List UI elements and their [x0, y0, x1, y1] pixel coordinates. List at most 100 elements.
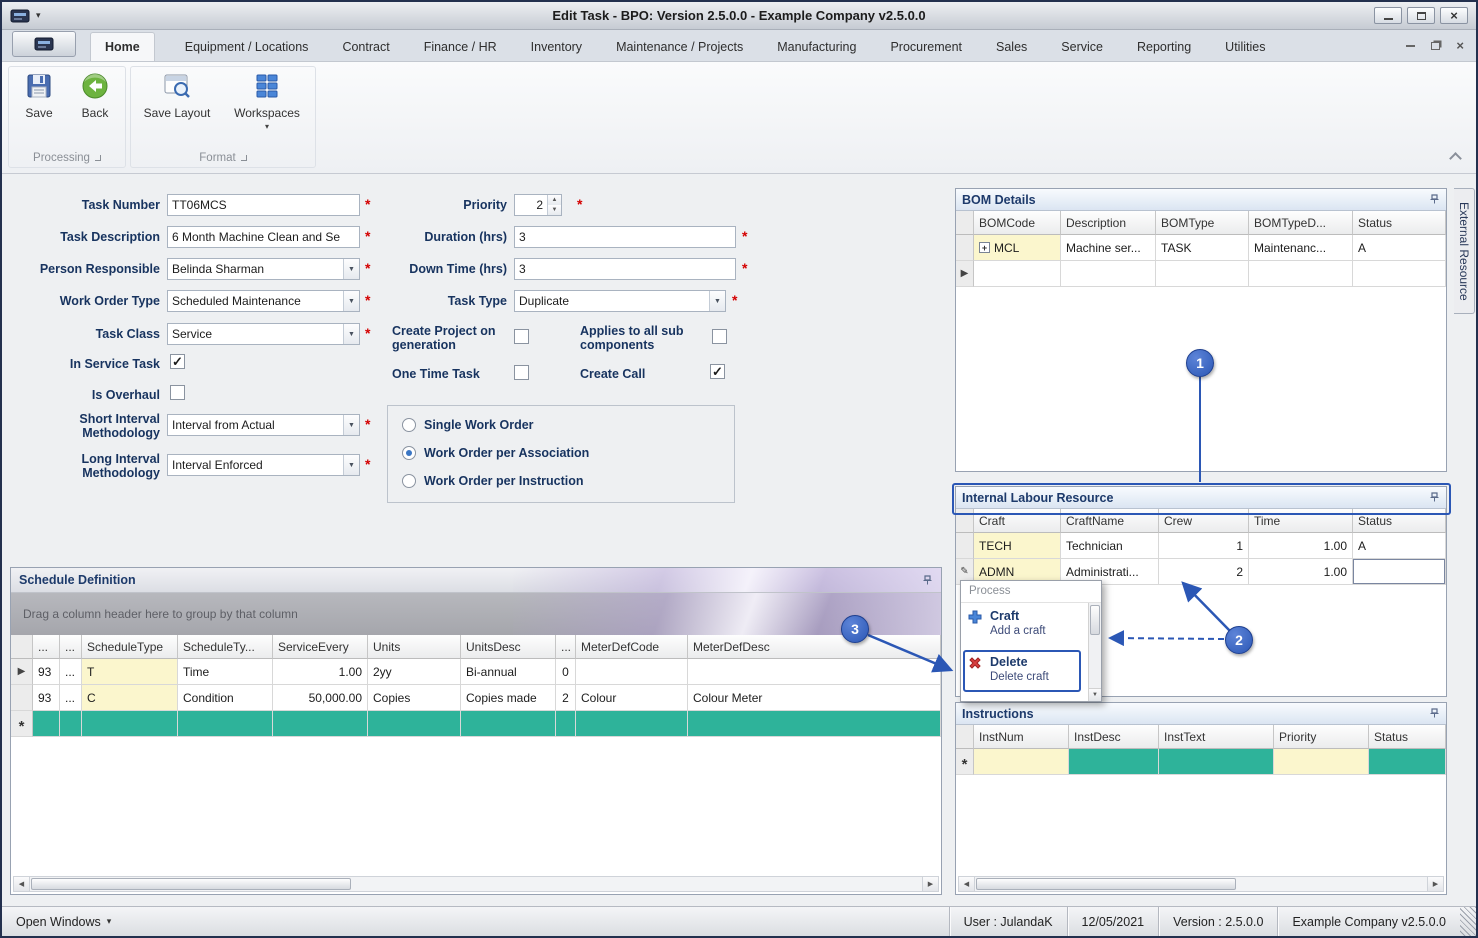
column-header[interactable]: Time [1249, 509, 1353, 533]
workspaces-button[interactable]: Workspaces ▾ [225, 71, 309, 131]
cell-insttext[interactable] [1159, 749, 1274, 775]
column-header[interactable]: MeterDefCode [576, 635, 688, 659]
dropdown-icon[interactable]: ▼ [343, 324, 359, 344]
open-windows-button[interactable]: Open Windows ▾ [2, 915, 111, 929]
schedule-hscrollbar[interactable]: ◀ ▶ [13, 876, 939, 892]
column-header[interactable]: BOMTypeD... [1249, 211, 1353, 235]
cell-status[interactable] [1369, 749, 1446, 775]
column-header[interactable]: Priority [1274, 725, 1369, 749]
column-header[interactable]: ... [556, 635, 576, 659]
menu-item-craft[interactable]: Craft Add a craft [961, 603, 1101, 649]
create-project-checkbox[interactable] [514, 329, 529, 344]
dropdown-icon[interactable]: ▼ [343, 455, 359, 475]
dropdown-icon[interactable]: ▼ [343, 259, 359, 279]
column-header[interactable]: Units [368, 635, 461, 659]
cell-empty[interactable] [1061, 261, 1156, 287]
column-header[interactable]: ScheduleType [82, 635, 178, 659]
cell-meterdefcode[interactable] [576, 659, 688, 685]
spinner-down-icon[interactable]: ▼ [548, 205, 561, 215]
radio-work-order-per-instruction[interactable]: Work Order per Instruction [402, 474, 584, 488]
cell-scheduletype[interactable]: T [82, 659, 178, 685]
cell-time[interactable]: 1.00 [1249, 533, 1353, 559]
pin-icon[interactable] [1429, 194, 1440, 205]
workspaces-dropdown-icon[interactable]: ▾ [265, 122, 269, 131]
scroll-thumb[interactable] [976, 878, 1236, 890]
instructions-hscrollbar[interactable]: ◀ ▶ [958, 876, 1444, 892]
long-interval-methodology-combo[interactable]: Interval Enforced ▼ [167, 454, 360, 476]
scroll-right-icon[interactable]: ▶ [1427, 877, 1443, 891]
minimize-button[interactable] [1374, 7, 1402, 24]
task-type-combo[interactable]: Duplicate ▼ [514, 290, 726, 312]
cell[interactable] [178, 711, 273, 737]
task-class-combo[interactable]: Service ▼ [167, 323, 360, 345]
work-order-type-combo[interactable]: Scheduled Maintenance ▼ [167, 290, 360, 312]
pin-icon[interactable] [1429, 492, 1440, 503]
cell-bomtype[interactable]: TASK [1156, 235, 1249, 261]
priority-spinner[interactable]: 2 ▲ ▼ [514, 194, 562, 216]
column-header[interactable]: Description [1061, 211, 1156, 235]
column-header[interactable]: BOMCode [974, 211, 1061, 235]
menu-item-delete[interactable]: Delete Delete craft [961, 649, 1101, 695]
column-header[interactable]: Craft [974, 509, 1061, 533]
save-button[interactable]: Save [11, 71, 67, 120]
maximize-button[interactable] [1407, 7, 1435, 24]
cell-meterdefcode[interactable]: Colour [576, 685, 688, 711]
tab-equipment-locations[interactable]: Equipment / Locations [181, 33, 313, 61]
cell-craftname[interactable]: Technician [1061, 533, 1159, 559]
column-header[interactable]: InstDesc [1069, 725, 1159, 749]
cell-serviceevery[interactable]: 1.00 [273, 659, 368, 685]
column-header[interactable]: Crew [1159, 509, 1249, 533]
tab-home[interactable]: Home [90, 32, 155, 61]
radio-single-work-order[interactable]: Single Work Order [402, 418, 534, 432]
cell[interactable] [33, 711, 60, 737]
resize-grip[interactable] [1460, 907, 1476, 936]
column-header[interactable]: Status [1353, 211, 1446, 235]
application-button[interactable] [12, 31, 76, 57]
cell-status[interactable]: A [1353, 533, 1446, 559]
cell-serviceevery[interactable]: 50,000.00 [273, 685, 368, 711]
cell-priority[interactable] [1274, 749, 1369, 775]
tab-utilities[interactable]: Utilities [1221, 33, 1269, 61]
person-responsible-combo[interactable]: Belinda Sharman ▼ [167, 258, 360, 280]
cell[interactable]: 93 [33, 685, 60, 711]
cell-meterdefdesc[interactable] [688, 659, 941, 685]
column-header[interactable]: CraftName [1061, 509, 1159, 533]
mdi-minimize-icon[interactable] [1406, 44, 1416, 47]
radio-work-order-per-association[interactable]: Work Order per Association [402, 446, 589, 460]
down-time-input[interactable]: 3 [514, 258, 736, 280]
expand-icon[interactable]: + [979, 242, 990, 253]
cell[interactable] [461, 711, 556, 737]
dialog-launcher-icon[interactable] [240, 155, 247, 161]
cell-craft[interactable]: TECH [974, 533, 1061, 559]
save-layout-button[interactable]: Save Layout [137, 71, 217, 120]
mdi-close-icon[interactable]: × [1456, 39, 1464, 52]
cell-bomtyped[interactable]: Maintenanc... [1249, 235, 1353, 261]
back-button[interactable]: Back [69, 71, 121, 120]
tab-contract[interactable]: Contract [338, 33, 393, 61]
cell[interactable]: Condition [178, 685, 273, 711]
duration-input[interactable]: 3 [514, 226, 736, 248]
bom-focused-empty-row[interactable]: ▶ [956, 261, 1446, 287]
cell-crew[interactable]: 1 [1159, 533, 1249, 559]
create-call-checkbox[interactable]: ✓ [710, 364, 725, 379]
schedule-new-row[interactable]: * [11, 711, 941, 737]
spinner-buttons[interactable]: ▲ ▼ [547, 195, 561, 215]
cell-crew[interactable]: 2 [1159, 559, 1249, 585]
cell[interactable] [576, 711, 688, 737]
cell-bomcode[interactable]: + MCL [974, 235, 1061, 261]
bom-row-mcl[interactable]: + MCL Machine ser... TASK Maintenanc... … [956, 235, 1446, 261]
dropdown-icon[interactable]: ▼ [343, 291, 359, 311]
cell-status[interactable] [1353, 559, 1446, 585]
ribbon-collapse-icon[interactable] [1449, 152, 1462, 165]
column-header[interactable]: Status [1353, 509, 1446, 533]
column-header[interactable]: InstNum [974, 725, 1069, 749]
cell-scheduletype[interactable]: C [82, 685, 178, 711]
mdi-restore-icon[interactable] [1431, 41, 1441, 50]
tab-inventory[interactable]: Inventory [527, 33, 586, 61]
task-description-input[interactable]: 6 Month Machine Clean and Se [167, 226, 360, 248]
dialog-launcher-icon[interactable] [94, 155, 101, 161]
pin-icon[interactable] [1429, 708, 1440, 719]
cell-empty[interactable] [1156, 261, 1249, 287]
group-by-bar[interactable]: Drag a column header here to group by th… [11, 593, 941, 635]
column-header[interactable]: BOMType [1156, 211, 1249, 235]
